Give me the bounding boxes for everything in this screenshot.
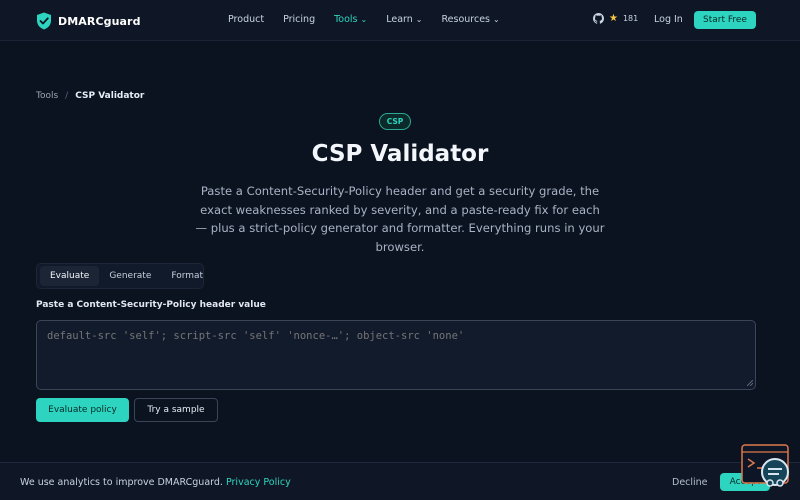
nav-item-learn[interactable]: Learn ⌄ <box>386 14 422 25</box>
github-icon <box>593 13 604 24</box>
brand-logo[interactable]: DMARCguard <box>36 12 141 30</box>
policy-input[interactable] <box>36 320 756 390</box>
nav-label: Learn <box>386 14 413 25</box>
nav-item-product[interactable]: Product <box>228 14 264 25</box>
breadcrumb-tools-link[interactable]: Tools <box>36 91 58 101</box>
nav-label: Tools <box>334 14 358 25</box>
login-link[interactable]: Log In <box>654 14 683 25</box>
resize-handle-icon[interactable] <box>747 380 753 386</box>
chevron-down-icon: ⌄ <box>493 14 500 24</box>
star-icon: ★ <box>609 13 618 24</box>
top-nav: DMARCguard Product Pricing Tools ⌄ Learn ⌄… <box>0 0 800 41</box>
policy-field-label: Paste a Content-Security-Policy header v… <box>36 300 266 310</box>
shield-check-icon <box>37 12 51 30</box>
chevron-down-icon: ⌄ <box>360 14 368 24</box>
evaluate-policy-button[interactable]: Evaluate policy <box>36 398 129 422</box>
tab-format[interactable]: Format <box>161 266 213 286</box>
nav-item-resources[interactable]: Resources ⌄ <box>441 14 499 25</box>
start-free-button[interactable]: Start Free <box>694 11 756 29</box>
tab-generate[interactable]: Generate <box>99 266 161 286</box>
star-count: 181 <box>622 14 639 23</box>
chat-assistant-icon[interactable] <box>741 444 791 490</box>
category-badge: CSP <box>379 113 411 130</box>
cookie-text: We use analytics to improve DMARCguard. <box>20 477 223 488</box>
nav-label: Resources <box>441 14 491 25</box>
privacy-policy-link[interactable]: Privacy Policy <box>226 477 291 488</box>
github-stars-link[interactable]: ★ 181 <box>593 13 638 24</box>
nav-item-pricing[interactable]: Pricing <box>283 14 315 25</box>
mode-tabs: Evaluate Generate Format <box>36 263 204 289</box>
chevron-down-icon: ⌄ <box>415 14 423 24</box>
page-title: CSP Validator <box>311 141 489 167</box>
tab-evaluate[interactable]: Evaluate <box>40 266 100 286</box>
brand-name: DMARCguard <box>58 14 141 28</box>
nav-label: Pricing <box>283 14 316 25</box>
breadcrumb-current: CSP Validator <box>75 91 145 101</box>
breadcrumb: Tools / CSP Validator <box>36 91 144 101</box>
cookie-banner: We use analytics to improve DMARCguard. … <box>0 462 800 500</box>
nav-item-tools[interactable]: Tools ⌄ <box>334 14 367 25</box>
try-sample-button[interactable]: Try a sample <box>134 398 218 422</box>
nav-label: Product <box>228 14 265 25</box>
decline-button[interactable]: Decline <box>672 477 708 488</box>
page-description: Paste a Content-Security-Policy header a… <box>195 184 605 254</box>
breadcrumb-separator: / <box>65 91 69 101</box>
cookie-message: We use analytics to improve DMARCguard. … <box>20 477 291 488</box>
main-menu: Product Pricing Tools ⌄ Learn ⌄ Resources ⌄ <box>228 14 519 25</box>
